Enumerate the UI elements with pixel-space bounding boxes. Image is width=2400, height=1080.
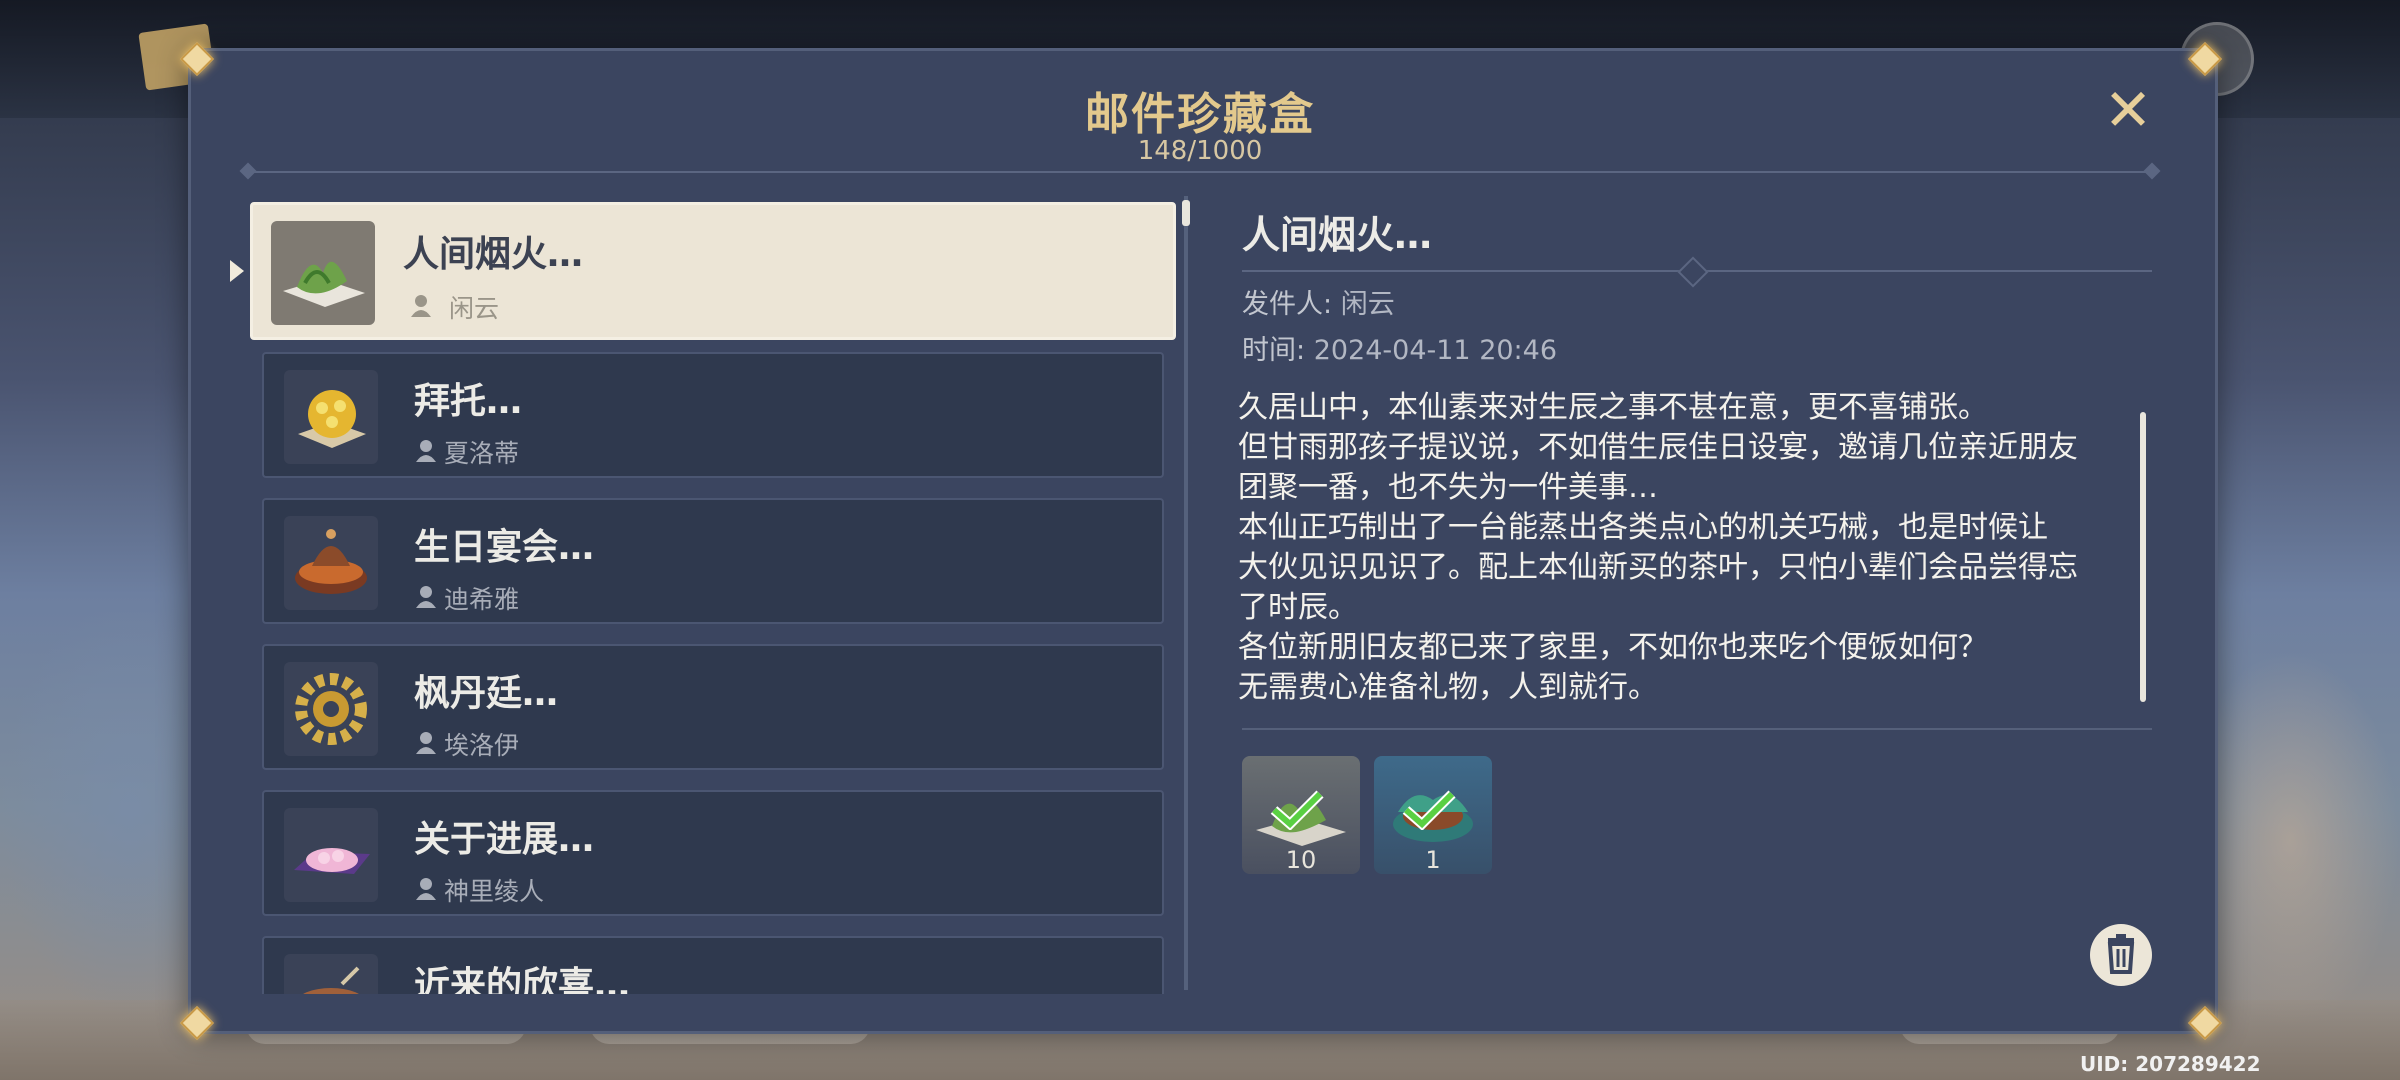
header-divider — [248, 171, 2152, 173]
body-scrollbar[interactable] — [2140, 412, 2146, 702]
sender-person-icon — [411, 295, 431, 317]
mail-item[interactable]: 枫丹廷… 埃洛伊 — [262, 644, 1164, 770]
mail-item[interactable]: 近来的欣喜… — [262, 936, 1164, 994]
pink-flower-tray-icon — [284, 808, 378, 902]
list-scrollbar[interactable] — [1182, 196, 1190, 990]
mail-item[interactable]: 拜托… 夏洛蒂 — [262, 352, 1164, 478]
corner-ornament-icon — [178, 1004, 214, 1040]
sender-label: 发件人: — [1242, 289, 1333, 320]
reward-count: 10 — [1285, 846, 1317, 874]
time-row: 时间: 2024-04-11 20:46 — [1242, 328, 1557, 367]
time-value: 2024-04-11 20:46 — [1313, 335, 1558, 366]
mail-body-line: 但甘雨那孩子提议说，不如借生辰佳日设宴，邀请几位亲近朋友 — [1238, 430, 2078, 465]
mail-sender: 迪希雅 — [444, 585, 520, 614]
mail-body-line: 各位新朋旧友都已来了家里，不如你也来吃个便饭如何？ — [1238, 630, 1988, 665]
mail-body-line: 团聚一番，也不失为一件美事… — [1238, 470, 1658, 505]
mail-count: 148/1000 — [1137, 136, 1263, 166]
sender-person-icon — [416, 440, 436, 462]
sender-person-icon — [416, 586, 436, 608]
scrollbar-thumb[interactable] — [1182, 200, 1190, 226]
sender-name: 闲云 — [1340, 289, 1395, 320]
mail-item[interactable]: 生日宴会… 迪希雅 — [262, 498, 1164, 624]
mail-body-line: 了时辰。 — [1238, 590, 1358, 625]
trash-icon — [2107, 934, 2135, 974]
time-label: 时间: — [1242, 335, 1306, 366]
page-title: 邮件珍藏盒 — [1085, 89, 1315, 140]
reward-count: 1 — [1425, 846, 1441, 874]
mail-body-line: 久居山中，本仙素来对生辰之事不甚在意，更不喜铺张。 — [1238, 390, 1988, 425]
mail-sender: 闲云 — [449, 294, 500, 323]
mail-sender: 埃洛伊 — [444, 731, 520, 760]
mail-title: 拜托… — [414, 381, 523, 422]
mail-body-line: 无需费心准备礼物，人到就行。 — [1238, 670, 1658, 705]
mail-list[interactable]: 人间烟火… 闲云 拜托… 夏洛蒂 生日宴会… 迪希雅 枫丹廷… 埃洛伊 关于进展… — [250, 200, 1178, 994]
selection-arrow-icon — [230, 260, 244, 282]
mail-title: 近来的欣喜… — [414, 965, 631, 994]
mail-body-line: 大伙见识见识了。配上本仙新买的茶叶，只怕小辈们会品尝得忘 — [1238, 550, 2078, 585]
mail-sender: 夏洛蒂 — [444, 439, 520, 468]
claimed-check-icon — [1402, 790, 1456, 830]
corner-ornament-icon — [2186, 40, 2222, 76]
stew-pot-icon — [284, 516, 378, 610]
golden-gear-icon — [284, 662, 378, 756]
body-divider — [1242, 728, 2152, 730]
close-button[interactable]: ✕ — [2100, 81, 2156, 139]
mail-title: 枫丹廷… — [414, 673, 559, 714]
dish-icon — [284, 954, 378, 994]
mail-body-line: 本仙正巧制出了一台能蒸出各类点心的机关巧械，也是时候让 — [1238, 510, 2048, 545]
mail-body: 久居山中，本仙素来对生辰之事不甚在意，更不喜铺张。 但甘雨那孩子提议说，不如借生… — [1238, 388, 2138, 718]
mail-sender: 神里绫人 — [444, 877, 545, 906]
mail-detail-title: 人间烟火… — [1242, 213, 1433, 257]
mail-item[interactable]: 人间烟火… 闲云 — [250, 202, 1176, 340]
uid-label: UID: 207289422 — [2080, 1052, 2261, 1076]
claimed-check-icon — [1270, 790, 1324, 830]
sender-person-icon — [416, 732, 436, 754]
sender-row: 发件人: 闲云 — [1242, 282, 1395, 321]
mail-title: 人间烟火… — [403, 234, 584, 275]
corner-ornament-icon — [2186, 1004, 2222, 1040]
herb-dish-icon — [271, 221, 375, 325]
detail-divider — [1242, 256, 2152, 288]
yellow-flower-pastry-icon — [284, 370, 378, 464]
mail-title: 关于进展… — [414, 819, 595, 860]
corner-ornament-icon — [178, 40, 214, 76]
sender-person-icon — [416, 878, 436, 900]
mail-title: 生日宴会… — [414, 527, 595, 568]
delete-mail-button[interactable] — [2090, 924, 2152, 986]
mail-item[interactable]: 关于进展… 神里绫人 — [262, 790, 1164, 916]
